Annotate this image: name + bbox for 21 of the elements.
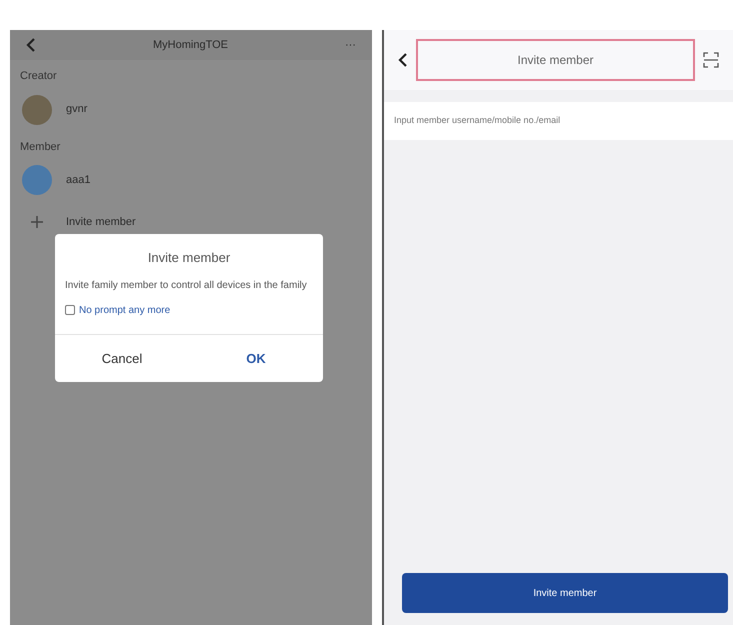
scan-icon[interactable] xyxy=(703,52,719,68)
dialog-title: Invite member xyxy=(146,249,232,267)
checkbox-label[interactable]: No prompt any more xyxy=(79,302,170,318)
screen-title: Invite member xyxy=(416,39,695,81)
checkbox[interactable] xyxy=(65,305,75,315)
section-label: Creator xyxy=(19,69,58,84)
input-field[interactable]: Input member username/mobile no./email xyxy=(384,102,733,140)
avatar xyxy=(22,94,52,124)
invite-member-link[interactable]: Invite member xyxy=(66,214,136,230)
cancel-button[interactable]: Cancel xyxy=(55,334,189,382)
ok-button[interactable]: OK xyxy=(189,334,323,382)
person-name: gvnr xyxy=(66,102,88,118)
add-icon xyxy=(31,216,43,228)
screen-title: MyHomingTOE xyxy=(153,38,228,53)
person-name: aaa1 xyxy=(66,172,90,188)
dialog-message: Invite family member to control all devices in the family xyxy=(64,278,308,292)
more-button[interactable]: ··· xyxy=(344,36,356,54)
avatar xyxy=(22,165,52,195)
back-icon[interactable] xyxy=(398,53,408,67)
section-label: Member xyxy=(19,140,62,154)
invite-member-button[interactable]: Invite member xyxy=(402,573,728,613)
